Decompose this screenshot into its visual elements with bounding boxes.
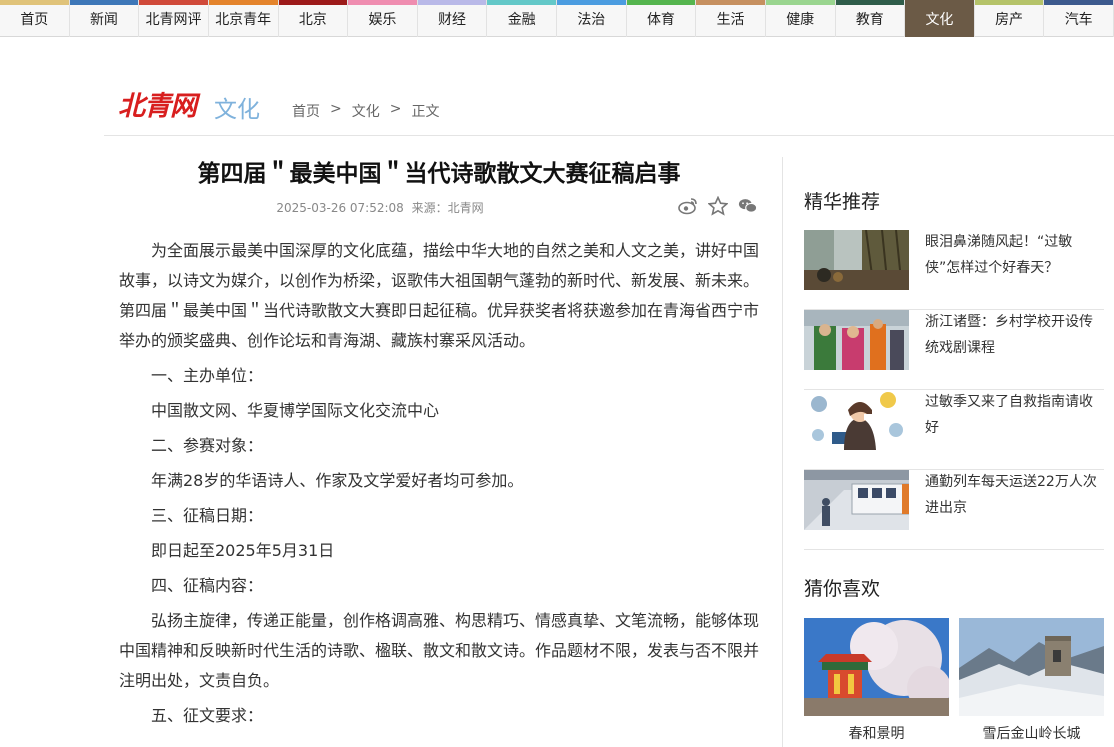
article-meta: 2025-03-26 07:52:08 来源：北青网	[118, 199, 642, 216]
nav-item-label: 首页	[20, 11, 49, 28]
featured-item[interactable]: 通勤列车每天运送22万人次进出京	[804, 470, 1104, 550]
nav-item-label: 财经	[438, 11, 467, 28]
nav-color-bar	[69, 0, 139, 5]
featured-item-title[interactable]: 过敏季又来了自救指南请收好	[925, 389, 1100, 469]
breadcrumb: 首页 > 文化 > 正文	[292, 101, 439, 121]
nav-item-label: 北京青年	[215, 11, 272, 28]
article-paragraph: 中国散文网、华夏博学国际文化交流中心	[151, 401, 440, 420]
breadcrumb-home[interactable]: 首页	[292, 101, 320, 121]
breadcrumb-culture[interactable]: 文化	[352, 101, 380, 121]
article-source: 来源：北青网	[411, 201, 484, 215]
breadcrumb-separator: >	[389, 101, 402, 117]
nav-color-bar	[974, 0, 1044, 5]
header-divider	[104, 135, 1114, 136]
featured-thumbnail[interactable]	[804, 390, 909, 450]
nav-color-bar	[626, 0, 696, 5]
guess-caption[interactable]: 春和景明	[804, 723, 949, 743]
featured-item[interactable]: 眼泪鼻涕随风起！“过敏侠”怎样过个好春天？	[804, 230, 1104, 310]
article-paragraph: 三、征稿日期：	[151, 506, 264, 525]
nav-item[interactable]: 汽车	[1044, 0, 1114, 37]
nav-item[interactable]: 财经	[417, 0, 488, 37]
featured-heading: 精华推荐	[804, 191, 881, 213]
nav-item[interactable]: 北青网评	[139, 0, 209, 37]
nav-item[interactable]: 娱乐	[348, 0, 418, 37]
guess-heading: 猜你喜欢	[804, 578, 881, 600]
share-bar	[678, 196, 758, 216]
nav-color-bar	[0, 0, 69, 5]
nav-color-bar	[1044, 0, 1113, 5]
nav-item-label: 北京	[298, 11, 327, 28]
guess-item[interactable]: 雪后金山岭长城	[959, 618, 1104, 743]
nav-color-bar	[835, 0, 905, 5]
nav-item[interactable]: 法治	[557, 0, 627, 37]
breadcrumb-current: 正文	[411, 104, 440, 120]
nav-item-label: 金融	[507, 11, 536, 28]
nav-item[interactable]: 文化	[905, 0, 975, 37]
article-paragraph: 年满28岁的华语诗人、作家及文学爱好者均可参加。	[151, 471, 524, 490]
guess-thumbnail[interactable]	[959, 618, 1104, 716]
star-icon[interactable]	[708, 196, 728, 216]
featured-item-title[interactable]: 浙江诸暨：乡村学校开设传统戏剧课程	[925, 309, 1100, 389]
nav-color-bar	[208, 0, 278, 5]
nav-item-label: 房产	[995, 11, 1024, 28]
wechat-icon[interactable]	[738, 196, 758, 216]
nav-item-label: 法治	[577, 11, 606, 28]
featured-item-title[interactable]: 通勤列车每天运送22万人次进出京	[925, 469, 1100, 549]
nav-item[interactable]: 首页	[0, 0, 70, 37]
nav-item-label: 健康	[786, 11, 815, 28]
article-paragraph: 弘扬主旋律，传递正能量，创作格调高雅、构思精巧、情感真挚、文笔流畅，能够体现中国…	[119, 611, 760, 690]
nav-item-label: 体育	[646, 11, 675, 28]
nav-item-label: 汽车	[1064, 11, 1093, 28]
nav-item[interactable]: 房产	[974, 0, 1045, 37]
article-title: 第四届＂最美中国＂当代诗歌散文大赛征稿启事	[197, 161, 681, 187]
top-nav: 首页 新闻 北青网评 北京青年 北京 娱乐 财经 金融 法治 体育 生活 健康 教育 文化 房产 汽车	[0, 0, 1114, 37]
nav-item[interactable]: 北京	[278, 0, 349, 37]
nav-item-label: 文化	[925, 11, 954, 28]
nav-color-bar	[696, 0, 765, 5]
nav-item-label: 新闻	[89, 11, 118, 28]
column-divider	[782, 157, 783, 747]
nav-item[interactable]: 体育	[626, 0, 697, 37]
nav-color-bar	[487, 0, 556, 5]
featured-thumbnail[interactable]	[804, 310, 909, 370]
nav-color-bar	[905, 0, 974, 5]
nav-color-bar	[765, 0, 835, 5]
nav-item[interactable]: 北京青年	[208, 0, 279, 37]
guess-caption[interactable]: 雪后金山岭长城	[959, 723, 1104, 743]
featured-item[interactable]: 过敏季又来了自救指南请收好	[804, 390, 1104, 470]
guess-item[interactable]: 春和景明	[804, 618, 949, 743]
nav-item[interactable]: 健康	[765, 0, 836, 37]
nav-item-label: 生活	[716, 11, 745, 28]
nav-color-bar	[278, 0, 348, 5]
featured-thumbnail[interactable]	[804, 230, 909, 290]
article-paragraph: 二、参赛对象：	[151, 436, 264, 455]
featured-thumbnail[interactable]	[804, 470, 909, 530]
nav-item-label: 娱乐	[368, 11, 397, 28]
nav-item[interactable]: 教育	[835, 0, 906, 37]
channel-title[interactable]: 文化	[214, 90, 260, 124]
featured-item-title[interactable]: 眼泪鼻涕随风起！“过敏侠”怎样过个好春天？	[925, 229, 1100, 309]
site-logo[interactable]: 北青网	[118, 84, 197, 123]
article-datetime: 2025-03-26 07:52:08	[276, 201, 404, 215]
breadcrumb-separator: >	[330, 101, 342, 117]
guess-thumbnail[interactable]	[804, 618, 949, 716]
article-body: 为全面展示最美中国深厚的文化底蕴，描绘中华大地的自然之美和人文之美，讲好中国故事…	[119, 236, 761, 736]
article-paragraph: 即日起至2025年5月31日	[151, 541, 335, 560]
nav-color-bar	[557, 0, 626, 5]
article-paragraph: 为全面展示最美中国深厚的文化底蕴，描绘中华大地的自然之美和人文之美，讲好中国故事…	[119, 241, 760, 350]
nav-color-bar	[417, 0, 487, 5]
article-paragraph: 五、征文要求：	[151, 706, 264, 725]
nav-item-label: 北青网评	[145, 11, 202, 28]
article-paragraph: 一、主办单位：	[151, 366, 264, 385]
article-paragraph: 四、征稿内容：	[151, 576, 264, 595]
nav-item[interactable]: 生活	[696, 0, 766, 37]
nav-item-label: 教育	[855, 11, 884, 28]
nav-item[interactable]: 金融	[487, 0, 557, 37]
featured-item[interactable]: 浙江诸暨：乡村学校开设传统戏剧课程	[804, 310, 1104, 390]
weibo-icon[interactable]	[678, 196, 698, 216]
nav-item[interactable]: 新闻	[69, 0, 140, 37]
nav-color-bar	[139, 0, 208, 5]
nav-color-bar	[348, 0, 417, 5]
